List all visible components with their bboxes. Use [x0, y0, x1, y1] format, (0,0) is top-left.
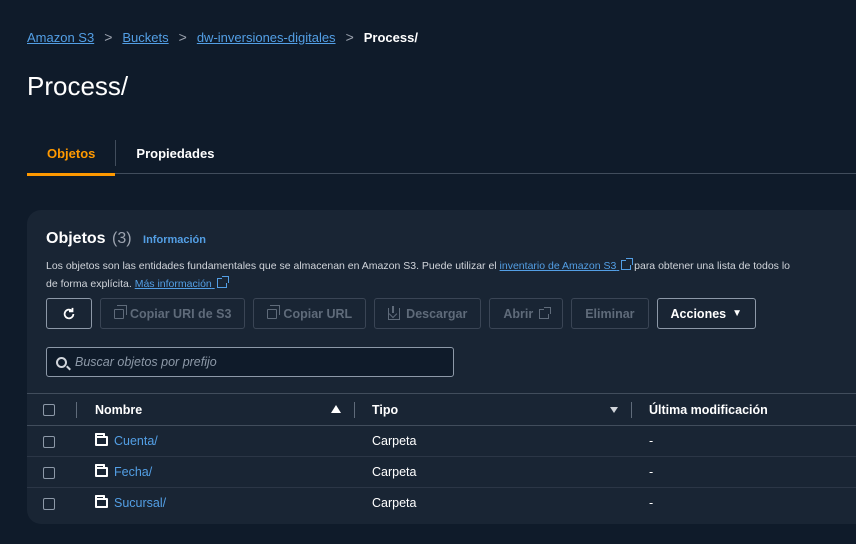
- external-link-icon: [621, 258, 634, 270]
- objects-table: Nombre Tipo Última modificación Cuenta/ …: [27, 393, 856, 519]
- actions-label: Acciones: [670, 306, 727, 321]
- chevron-right-icon: >: [345, 29, 354, 45]
- copy-url-button[interactable]: Copiar URL: [253, 298, 367, 329]
- row-checkbox-cell: [27, 425, 77, 457]
- column-header-ultima-modificacion[interactable]: Última modificación: [632, 393, 856, 426]
- name-cell: Fecha/: [77, 456, 355, 488]
- row-checkbox-cell: [27, 488, 77, 519]
- folder-icon: [95, 464, 108, 477]
- open-label: Abrir: [503, 306, 534, 321]
- tab-objetos[interactable]: Objetos: [27, 132, 116, 176]
- breadcrumb-buckets[interactable]: Buckets: [122, 30, 168, 45]
- copy-s3-uri-button[interactable]: Copiar URI de S3: [100, 298, 246, 329]
- more-info-label: Más información: [134, 278, 212, 290]
- more-info-link[interactable]: Más información: [134, 276, 229, 290]
- folder-icon: [95, 495, 108, 509]
- description-text-line2: de forma explícita.: [46, 278, 135, 290]
- select-all-checkbox[interactable]: [43, 404, 55, 417]
- folder-link[interactable]: Cuenta/: [114, 434, 158, 448]
- refresh-icon: [63, 307, 75, 319]
- actions-button[interactable]: Acciones ▼: [656, 298, 757, 329]
- delete-button[interactable]: Eliminar: [571, 298, 649, 329]
- description-text: Los objetos son las entidades fundamenta…: [46, 260, 500, 272]
- sort-icon: [610, 407, 618, 413]
- copy-s3-uri-label: Copiar URI de S3: [130, 306, 232, 321]
- external-link-icon: [216, 276, 229, 288]
- type-cell: Carpeta: [355, 425, 632, 457]
- row-checkbox[interactable]: [43, 466, 55, 479]
- name-cell: Cuenta/: [77, 425, 355, 457]
- copy-url-label: Copiar URL: [283, 306, 353, 321]
- table-header-row: Nombre Tipo Última modificación: [27, 393, 856, 426]
- description-text-cont: para obtener una lista de todos lo: [631, 260, 790, 272]
- objects-panel-title: Objetos: [46, 230, 106, 247]
- breadcrumb-amazon-s3[interactable]: Amazon S3: [27, 30, 94, 45]
- caret-down-icon: ▼: [732, 308, 743, 319]
- column-header-tipo[interactable]: Tipo: [355, 393, 632, 426]
- modified-cell: -: [632, 425, 856, 457]
- search-field[interactable]: [46, 347, 454, 377]
- download-label: Descargar: [406, 306, 468, 321]
- table-row: Cuenta/ Carpeta -: [27, 425, 856, 457]
- modified-cell: -: [649, 496, 654, 511]
- copy-icon: [267, 304, 281, 319]
- inventory-link[interactable]: inventario de Amazon S3: [499, 258, 634, 272]
- objects-description: Los objetos son las entidades fundamenta…: [46, 257, 856, 293]
- row-checkbox[interactable]: [43, 435, 55, 448]
- sort-ascending-icon: [331, 405, 341, 413]
- external-link-icon: [539, 306, 552, 319]
- breadcrumb-bucket[interactable]: dw-inversiones-digitales: [197, 30, 336, 45]
- tab-propiedades[interactable]: Propiedades: [116, 132, 234, 174]
- refresh-button[interactable]: [46, 298, 92, 329]
- folder-link[interactable]: Fecha/: [114, 465, 152, 479]
- row-checkbox-cell: [27, 456, 77, 488]
- search-icon: [56, 356, 67, 368]
- column-label-tipo: Tipo: [372, 402, 399, 417]
- download-button[interactable]: Descargar: [374, 298, 482, 329]
- breadcrumb-current: Process/: [363, 29, 418, 45]
- search-input[interactable]: [75, 355, 435, 369]
- column-header-nombre[interactable]: Nombre: [77, 393, 355, 426]
- name-cell: Sucursal/: [77, 488, 355, 519]
- copy-icon: [114, 304, 127, 319]
- folder-icon: [95, 433, 108, 446]
- open-button[interactable]: Abrir: [489, 298, 564, 329]
- folder-link[interactable]: Sucursal/: [114, 496, 166, 510]
- table-row: Fecha/ Carpeta -: [27, 456, 856, 488]
- row-checkbox[interactable]: [43, 497, 55, 510]
- type-cell: Carpeta: [372, 496, 417, 511]
- tab-bar: Objetos Propiedades: [27, 132, 856, 176]
- objects-panel-header: Objetos (3) Información: [46, 230, 206, 248]
- type-cell: Carpeta: [355, 456, 632, 488]
- page-title: Process/: [27, 71, 129, 101]
- modified-cell: -: [632, 456, 856, 488]
- column-label-nombre: Nombre: [95, 402, 143, 417]
- header-checkbox-cell: [27, 393, 77, 426]
- chevron-right-icon: >: [104, 29, 113, 45]
- chevron-right-icon: >: [178, 29, 187, 45]
- objects-count: (3): [112, 230, 132, 247]
- objects-panel: Objetos (3) Información Los objetos son …: [27, 210, 856, 524]
- objects-toolbar: Copiar URI de S3 Copiar URL Descargar Ab…: [46, 298, 757, 329]
- breadcrumb: Amazon S3 > Buckets > dw-inversiones-dig…: [27, 29, 418, 45]
- info-link[interactable]: Información: [143, 234, 206, 246]
- download-icon: [388, 305, 401, 320]
- column-label-ultima-modificacion: Última modificación: [649, 402, 768, 417]
- table-row: Sucursal/ Carpeta -: [27, 488, 856, 519]
- delete-label: Eliminar: [585, 306, 635, 321]
- inventory-link-label: inventario de Amazon S3: [499, 260, 617, 272]
